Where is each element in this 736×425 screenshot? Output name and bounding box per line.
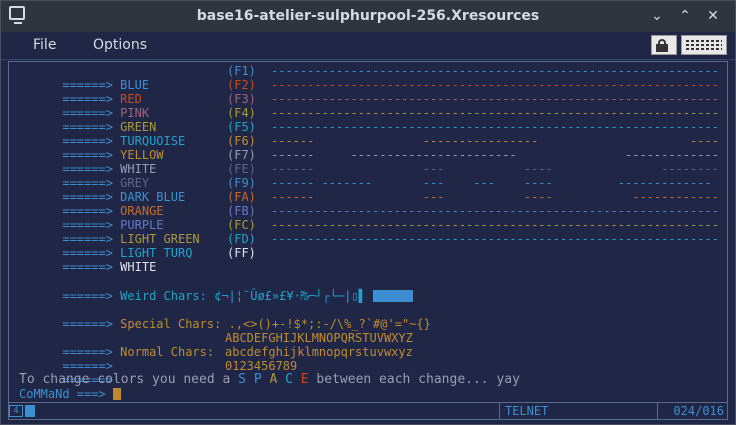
color-row: ======> PURPLE bbox=[19, 204, 163, 232]
normal-chars-row: ======> bbox=[19, 345, 113, 373]
color-key: (F6) bbox=[227, 134, 256, 148]
color-pattern: ----------------------------------------… bbox=[271, 218, 719, 232]
color-row: ======> WHITE bbox=[19, 246, 156, 274]
color-row: ======> ORANGE bbox=[19, 190, 163, 218]
hint-letter-c: C bbox=[285, 372, 293, 387]
color-pattern: ----------------------------------------… bbox=[271, 92, 719, 106]
hint-text: To change colors you need a S P A C E be… bbox=[19, 373, 520, 387]
row-arrow: ======> bbox=[62, 317, 113, 331]
color-pattern: ------ ---------------- ---- bbox=[271, 134, 719, 148]
row-arrow: ======> bbox=[62, 260, 113, 274]
hint-letter-s: S bbox=[238, 372, 246, 387]
color-pattern: ----------------------------------------… bbox=[271, 64, 719, 78]
terminal-screen[interactable]: ======> BLUE (F1) ----------------------… bbox=[8, 61, 728, 403]
status-mode: TELNET bbox=[505, 404, 549, 418]
color-row: ======> BLUE bbox=[19, 64, 149, 92]
color-key: (F5) bbox=[227, 120, 256, 134]
minimize-icon[interactable]: ⌄ bbox=[649, 8, 665, 24]
color-pattern: ----------------------------------------… bbox=[271, 232, 719, 246]
normal-chars-row: ======> bbox=[19, 359, 113, 387]
digit-chars: 0123456789 bbox=[225, 359, 298, 373]
window-title: base16-atelier-sulphurpool-256.Xresource… bbox=[196, 8, 540, 24]
menu-bar: File Options bbox=[1, 32, 735, 60]
color-key: (FB) bbox=[227, 204, 256, 218]
color-pattern: ------ --- ---- ------------ bbox=[271, 190, 719, 204]
status-cursor bbox=[25, 405, 35, 417]
status-divider bbox=[657, 403, 658, 419]
color-key: (FE) bbox=[227, 162, 256, 176]
status-bar: 4 TELNET 024/016 bbox=[8, 403, 728, 420]
color-pattern: ----------------------------------------… bbox=[271, 204, 719, 218]
hint-before: To change colors you need a bbox=[19, 372, 239, 387]
close-icon[interactable]: ✕ bbox=[705, 8, 721, 24]
normal-chars-row: ======> Normal Chars: bbox=[19, 331, 214, 359]
color-row: ======> LIGHT TURQ bbox=[19, 232, 192, 260]
weird-chars-label: Weird Chars: bbox=[120, 289, 207, 303]
color-row: ======> LIGHT GREEN bbox=[19, 218, 199, 246]
weird-chars-row: ======> Weird Chars: ¢¬|¦¨Ûø£»£¥·₧⌐┘┌└─|… bbox=[19, 275, 414, 303]
row-arrow: ======> bbox=[62, 289, 113, 303]
maximize-icon[interactable]: ⌃ bbox=[677, 8, 693, 24]
hint-letter-a: A bbox=[269, 372, 278, 387]
color-pattern: ------ ------- --- --- ---- ------------… bbox=[271, 176, 712, 190]
color-key: (F4) bbox=[227, 106, 256, 120]
color-key: (F2) bbox=[227, 78, 256, 92]
color-pattern: ------ --- ---- -------- bbox=[271, 162, 719, 176]
keyboard-icon[interactable] bbox=[681, 35, 727, 55]
color-row: ======> WHITE bbox=[19, 148, 156, 176]
color-row: ======> GREEN bbox=[19, 106, 156, 134]
block-glyph bbox=[373, 290, 414, 302]
prompt-label: CoMMaNd ===> bbox=[19, 387, 113, 401]
hint-after: between each change... yay bbox=[308, 372, 520, 387]
color-row: ======> TURQUOISE bbox=[19, 120, 185, 148]
weird-chars: ¢¬|¦¨Ûø£»£¥·₧⌐┘┌└─|▯▌ bbox=[214, 289, 366, 303]
color-key: (F7) bbox=[227, 148, 256, 162]
color-pattern: ----------------------------------------… bbox=[271, 106, 719, 120]
color-key: (FA) bbox=[227, 190, 256, 204]
color-pattern: ----------------------------------------… bbox=[271, 78, 719, 92]
special-chars-row: ======> Special Chars: .,<>()+-!$*;:-/\%… bbox=[19, 303, 431, 331]
color-pattern: ----------------------------------------… bbox=[271, 120, 719, 134]
color-row: ======> DARK BLUE bbox=[19, 176, 185, 204]
lowercase-chars: abcdefghijklmnopqrstuvwxyz bbox=[225, 345, 413, 359]
color-key: (FD) bbox=[227, 232, 256, 246]
status-cursor-position: 024/016 bbox=[673, 404, 724, 418]
menu-options[interactable]: Options bbox=[93, 37, 147, 53]
command-prompt[interactable]: CoMMaNd ===> bbox=[19, 387, 121, 401]
color-key: (F1) bbox=[227, 64, 256, 78]
text-cursor bbox=[112, 388, 121, 400]
status-divider bbox=[499, 403, 500, 419]
color-row: ======> YELLOW bbox=[19, 134, 163, 162]
color-key: (FC) bbox=[227, 218, 256, 232]
title-bar[interactable]: base16-atelier-sulphurpool-256.Xresource… bbox=[1, 1, 735, 32]
color-key: (F9) bbox=[227, 176, 256, 190]
color-row: ======> GREY bbox=[19, 162, 149, 190]
uppercase-chars: ABCDEFGHIJKLMNOPQRSTUVWXYZ bbox=[225, 331, 413, 345]
color-row: ======> PINK bbox=[19, 92, 149, 120]
color-pattern: ------ ----------------------- ---------… bbox=[271, 148, 719, 162]
special-chars: .,<>()+-!$*;:-/\%_?`#@'="~{} bbox=[228, 317, 431, 331]
color-key: (FF) bbox=[227, 246, 256, 260]
color-key: (F3) bbox=[227, 92, 256, 106]
normal-chars-label: Normal Chars: bbox=[120, 345, 215, 359]
status-indicator-icon: 4 bbox=[9, 405, 23, 417]
color-name: WHITE bbox=[120, 260, 157, 274]
terminal-window: base16-atelier-sulphurpool-256.Xresource… bbox=[0, 0, 736, 425]
hint-letter-p: P bbox=[253, 372, 262, 387]
menu-file[interactable]: File bbox=[33, 37, 56, 53]
lock-icon[interactable] bbox=[651, 35, 677, 55]
special-chars-label: Special Chars: bbox=[120, 317, 222, 331]
color-row: ======> RED bbox=[19, 78, 142, 106]
hint-letter-e: E bbox=[300, 372, 309, 387]
